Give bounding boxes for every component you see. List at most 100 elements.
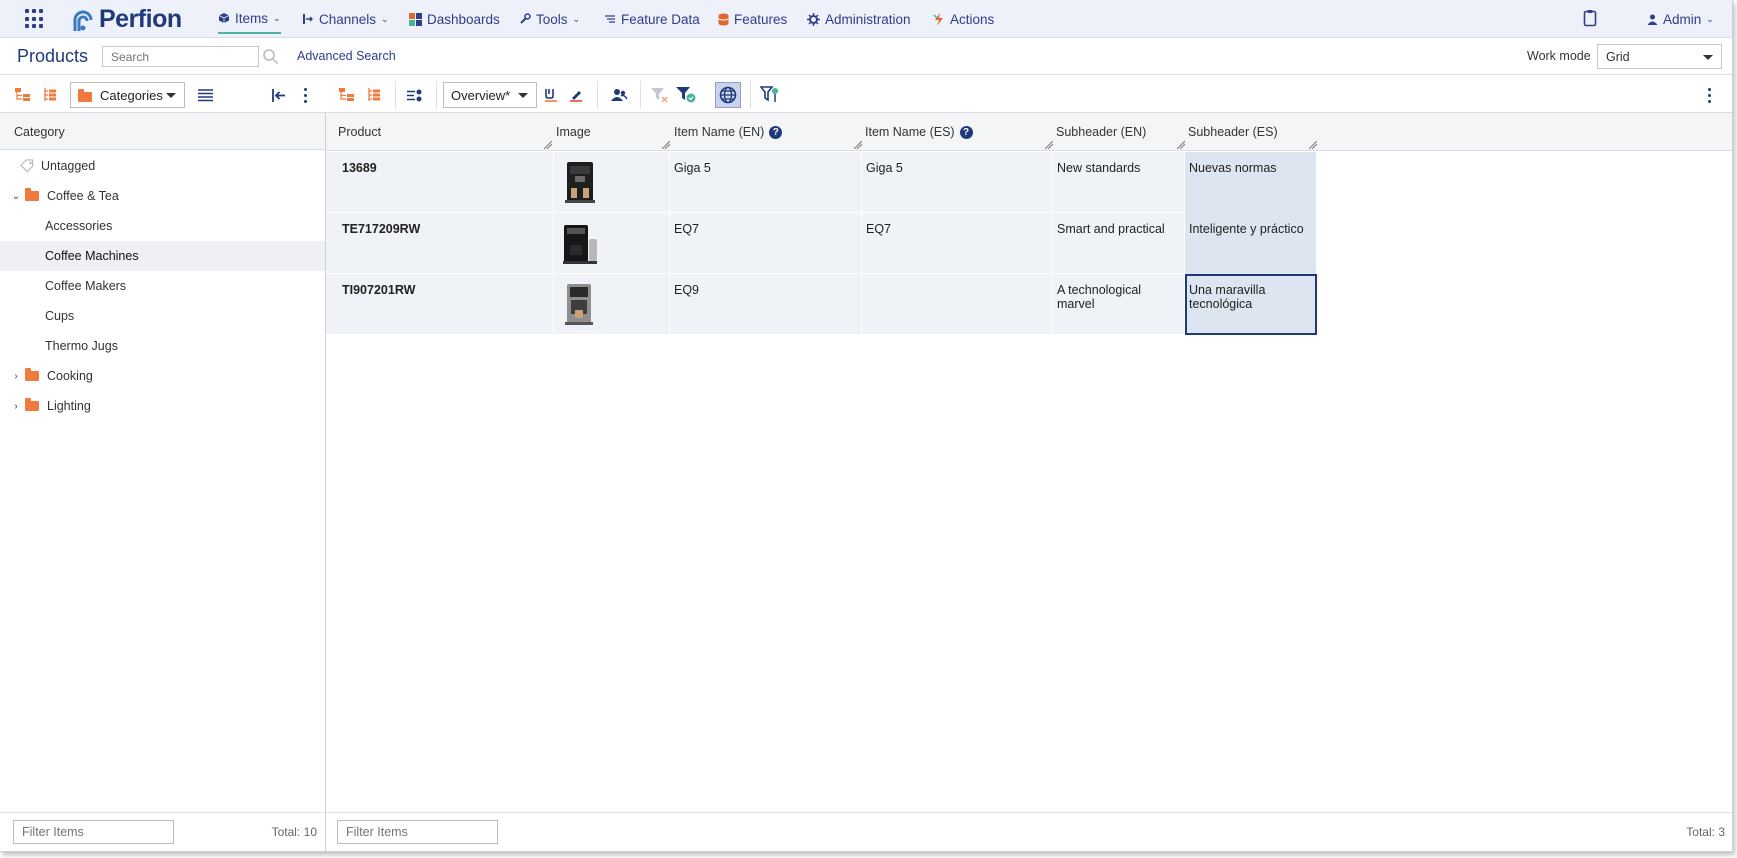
category-total: Total: 10 xyxy=(271,825,317,839)
tree-item-label: Untagged xyxy=(41,159,96,173)
column-header-subheader-es[interactable]: Subheader (ES) xyxy=(1188,125,1278,139)
help-icon[interactable]: ? xyxy=(769,125,783,139)
language-button[interactable] xyxy=(715,82,741,108)
column-header-label: Item Name (EN) xyxy=(674,125,765,139)
folder-icon xyxy=(25,368,39,381)
nav-features[interactable]: Features xyxy=(718,0,787,38)
cell-item-name-en[interactable]: EQ9 xyxy=(670,274,862,335)
clipboard-icon[interactable] xyxy=(1583,9,1597,27)
cube-icon xyxy=(218,13,230,23)
work-mode-select[interactable]: Grid xyxy=(1597,44,1722,69)
tree-item-coffee-tea[interactable]: ⌄ Coffee & Tea xyxy=(0,181,325,211)
cell-subheader-es[interactable]: Nuevas normas xyxy=(1185,152,1317,213)
tree-item-coffee-makers[interactable]: Coffee Makers xyxy=(0,271,325,301)
resize-handle-icon[interactable] xyxy=(662,141,670,149)
caret-down-icon xyxy=(1703,55,1713,60)
users-button[interactable] xyxy=(609,83,629,107)
resize-handle-icon[interactable] xyxy=(544,141,552,149)
cell-product[interactable]: 13689 xyxy=(338,152,554,213)
table-row[interactable]: 13689 Giga 5 Giga 5 New standards Nuevas… xyxy=(326,152,1317,213)
nav-items[interactable]: Items ⌄ xyxy=(218,4,281,34)
tree-list-icon xyxy=(368,88,380,101)
nav-dashboards[interactable]: Dashboards xyxy=(409,0,500,38)
cell-image[interactable] xyxy=(554,213,670,274)
tree-item-thermo-jugs[interactable]: Thermo Jugs xyxy=(0,331,325,361)
column-header-item-name-es[interactable]: Item Name (ES) ? xyxy=(865,125,973,139)
cell-product[interactable]: TI907201RW xyxy=(338,274,554,335)
categories-dropdown[interactable]: Categories xyxy=(70,82,185,108)
column-header-product[interactable]: Product xyxy=(338,125,381,139)
collapse-panel-button[interactable] xyxy=(270,83,288,107)
cell-subheader-en[interactable]: A technological marvel xyxy=(1053,274,1185,335)
cell-item-name-en[interactable]: EQ7 xyxy=(670,213,862,274)
tree-item-cups[interactable]: Cups xyxy=(0,301,325,331)
cell-subheader-en[interactable]: New standards xyxy=(1053,152,1185,213)
search-icon[interactable] xyxy=(262,48,279,65)
chevron-down-icon[interactable]: ⌄ xyxy=(10,191,22,202)
folder-icon xyxy=(78,88,92,102)
edit-view-button[interactable] xyxy=(568,83,584,107)
help-icon[interactable]: ? xyxy=(959,125,973,139)
search-input[interactable] xyxy=(102,46,259,67)
resize-handle-icon[interactable] xyxy=(1177,141,1185,149)
app-launcher-icon[interactable] xyxy=(25,9,45,29)
nav-tools[interactable]: Tools ⌄ xyxy=(519,0,580,38)
product-image xyxy=(565,162,595,203)
user-menu[interactable]: Admin ⌄ xyxy=(1647,0,1714,38)
tree-item-lighting[interactable]: › Lighting xyxy=(0,391,325,421)
tree-item-accessories[interactable]: Accessories xyxy=(0,211,325,241)
save-view-button[interactable] xyxy=(543,83,559,107)
table-row[interactable]: TE717209RW EQ7 EQ7 Smart and practical I… xyxy=(326,213,1317,274)
view-dropdown[interactable]: Overview* xyxy=(443,82,537,108)
globe-icon xyxy=(719,86,737,104)
layout-options-button[interactable] xyxy=(406,83,424,107)
nav-channels[interactable]: Channels ⌄ xyxy=(302,0,389,38)
tree-item-coffee-machines[interactable]: Coffee Machines xyxy=(0,241,325,271)
cell-product[interactable]: TE717209RW xyxy=(338,213,554,274)
grid-filter-input[interactable] xyxy=(337,820,498,844)
grid-more-menu[interactable] xyxy=(1702,83,1716,107)
nav-administration[interactable]: Administration xyxy=(807,0,911,38)
apply-filter-button[interactable] xyxy=(675,83,697,107)
nav-feature-data[interactable]: Feature Data xyxy=(604,0,700,38)
channel-filter-button[interactable] xyxy=(759,83,781,107)
cell-item-name-es[interactable]: Giga 5 xyxy=(862,152,1053,213)
cell-image[interactable] xyxy=(554,152,670,213)
perfion-logo-icon xyxy=(73,10,93,31)
tree-expand-button[interactable] xyxy=(14,83,32,107)
cell-subheader-es-active[interactable]: Una maravilla tecnológica xyxy=(1185,274,1317,335)
resize-handle-icon[interactable] xyxy=(854,141,862,149)
list-view-button[interactable] xyxy=(196,83,214,107)
tree-item-cooking[interactable]: › Cooking xyxy=(0,361,325,391)
cell-image[interactable] xyxy=(554,274,670,335)
column-header-item-name-en[interactable]: Item Name (EN) ? xyxy=(674,125,783,139)
table-row[interactable]: TI907201RW EQ9 A technological marvel Un… xyxy=(326,274,1317,335)
tree-list-button[interactable] xyxy=(41,83,59,107)
resize-handle-icon[interactable] xyxy=(1309,141,1317,149)
cell-item-name-es[interactable] xyxy=(862,274,1053,335)
chevron-right-icon[interactable]: › xyxy=(10,401,22,412)
tree-structure-icon xyxy=(15,88,30,101)
category-filter-input[interactable] xyxy=(13,820,174,844)
category-more-menu[interactable] xyxy=(298,83,312,107)
cell-subheader-es[interactable]: Inteligente y práctico xyxy=(1185,213,1317,274)
advanced-search-link[interactable]: Advanced Search xyxy=(297,49,396,63)
cell-item-name-en[interactable]: Giga 5 xyxy=(670,152,862,213)
folder-icon xyxy=(25,398,39,411)
chevron-right-icon[interactable]: › xyxy=(10,371,22,382)
tree-item-untagged[interactable]: Untagged xyxy=(0,151,325,181)
clear-filter-button[interactable] xyxy=(650,83,668,107)
database-icon xyxy=(718,13,729,25)
logo[interactable]: Perfion xyxy=(70,5,182,34)
resize-handle-icon[interactable] xyxy=(1045,141,1053,149)
column-header-subheader-en[interactable]: Subheader (EN) xyxy=(1056,125,1146,139)
nav-actions[interactable]: Actions xyxy=(933,0,994,38)
grid-header: Product Image Item Name (EN) ? Item Name… xyxy=(326,113,1732,151)
grid-list-button[interactable] xyxy=(365,83,383,107)
cell-item-name-es[interactable]: EQ7 xyxy=(862,213,1053,274)
column-header-image[interactable]: Image xyxy=(556,125,591,139)
grid-tree-button[interactable] xyxy=(338,83,356,107)
lines-icon xyxy=(197,88,213,101)
chevron-down-icon: ⌄ xyxy=(381,13,389,24)
cell-subheader-en[interactable]: Smart and practical xyxy=(1053,213,1185,274)
